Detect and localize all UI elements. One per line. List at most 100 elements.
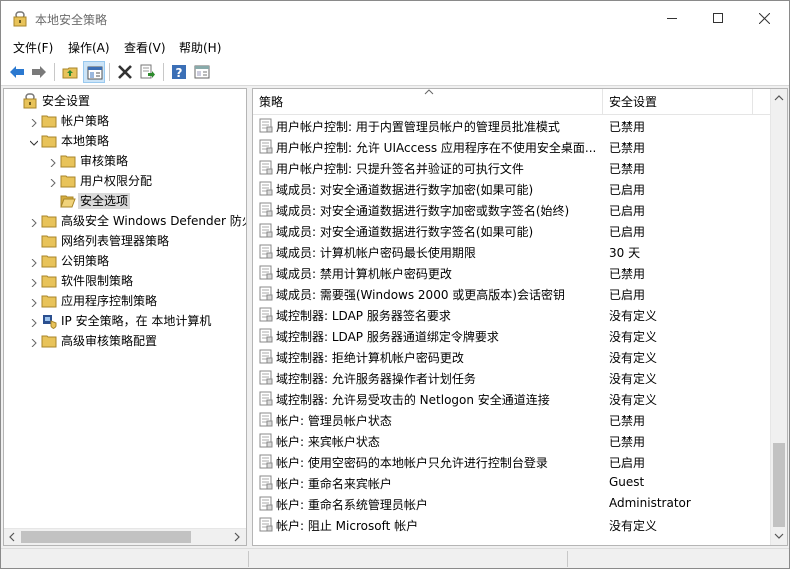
tree-item[interactable]: 用户权限分配: [4, 171, 246, 191]
chevron-right-icon[interactable]: [49, 176, 57, 188]
chevron-right-icon[interactable]: [30, 276, 38, 288]
folder-icon: [41, 273, 57, 289]
tree-item-label: 高级审核策略配置: [61, 334, 158, 348]
policy-row[interactable]: 帐户: 重命名系统管理员帐户 Administrator: [253, 493, 771, 514]
policy-icon: [259, 202, 273, 217]
tree-item[interactable]: IP 安全策略，在 本地计算机: [4, 311, 246, 331]
forward-button[interactable]: [28, 61, 50, 83]
policy-row[interactable]: 帐户: 重命名来宾帐户 Guest: [253, 472, 771, 493]
folder-icon: [60, 173, 76, 189]
status-separator: [248, 551, 249, 567]
scroll-left-icon[interactable]: [7, 532, 17, 542]
chevron-right-icon[interactable]: [49, 156, 57, 168]
tree-scroll-thumb[interactable]: [21, 531, 191, 543]
policy-name: 域成员: 需要强(Windows 2000 或更高版本)会话密钥: [276, 288, 565, 302]
tree-item-label: 帐户策略: [61, 114, 110, 128]
policy-row[interactable]: 帐户: 使用空密码的本地帐户只允许进行控制台登录 已启用: [253, 451, 771, 472]
chevron-right-icon[interactable]: [30, 116, 38, 128]
folder-icon: [41, 233, 57, 249]
close-button[interactable]: [741, 1, 787, 36]
console-tree[interactable]: 安全设置帐户策略本地策略 审核策略 用户权限分配安全选项高级安全 Windows D…: [3, 88, 247, 546]
policy-setting: 30 天: [609, 246, 641, 260]
scroll-down-icon[interactable]: [774, 531, 784, 541]
help-icon: ?: [172, 65, 186, 80]
policy-icon: [259, 517, 273, 532]
policy-row[interactable]: 用户帐户控制: 用于内置管理员帐户的管理员批准模式 已禁用: [253, 115, 771, 136]
column-header-policy[interactable]: 策略: [253, 89, 603, 115]
policy-row[interactable]: 帐户: 阻止 Microsoft 帐户 没有定义: [253, 514, 771, 535]
policy-icon: [259, 139, 273, 154]
policy-row[interactable]: 域成员: 计算机帐户密码最长使用期限 30 天: [253, 241, 771, 262]
tree-item[interactable]: 公钥策略: [4, 251, 246, 271]
chevron-right-icon[interactable]: [30, 216, 38, 228]
scroll-up-icon[interactable]: [774, 93, 784, 103]
tree-item-label: 应用程序控制策略: [61, 294, 158, 308]
policy-icon: [259, 160, 273, 175]
policy-setting: 已禁用: [609, 414, 646, 428]
list-vertical-scrollbar[interactable]: [770, 89, 787, 545]
policy-row[interactable]: 域控制器: 允许服务器操作者计划任务 没有定义: [253, 367, 771, 388]
column-header-setting[interactable]: 安全设置: [603, 89, 753, 115]
policy-icon: [259, 475, 273, 490]
title-bar[interactable]: 本地安全策略: [1, 1, 789, 36]
policy-name: 域成员: 对安全通道数据进行数字加密或数字签名(始终): [276, 204, 570, 218]
policy-row[interactable]: 用户帐户控制: 允许 UIAccess 应用程序在不使用安全桌面... 已禁用: [253, 136, 771, 157]
policy-setting: 已启用: [609, 225, 646, 239]
policy-icon: [259, 223, 273, 238]
up-one-level-button[interactable]: [59, 61, 81, 83]
policy-setting: 已禁用: [609, 162, 646, 176]
tree-item[interactable]: 本地策略: [4, 131, 246, 151]
policy-row[interactable]: 域控制器: 拒绝计算机帐户密码更改 没有定义: [253, 346, 771, 367]
tree-item[interactable]: 高级审核策略配置: [4, 331, 246, 351]
policy-row[interactable]: 域控制器: LDAP 服务器签名要求 没有定义: [253, 304, 771, 325]
back-button[interactable]: [6, 61, 28, 83]
chevron-right-icon[interactable]: [30, 256, 38, 268]
tree-item[interactable]: 安全设置: [4, 91, 246, 111]
policy-row[interactable]: 域成员: 禁用计算机帐户密码更改 已禁用: [253, 262, 771, 283]
policy-name: 用户帐户控制: 允许 UIAccess 应用程序在不使用安全桌面...: [276, 141, 597, 155]
list-scroll-thumb[interactable]: [773, 443, 785, 527]
policy-row[interactable]: 域成员: 对安全通道数据进行数字加密或数字签名(始终) 已启用: [253, 199, 771, 220]
tree-item[interactable]: 安全选项: [4, 191, 246, 211]
menu-file[interactable]: 文件(F): [13, 39, 53, 56]
policy-icon: [259, 454, 273, 469]
maximize-button[interactable]: [695, 1, 741, 36]
export-list-button[interactable]: [137, 61, 159, 83]
policy-setting: 已禁用: [609, 435, 646, 449]
toolbar-separator: [163, 63, 164, 81]
tree-item[interactable]: 软件限制策略: [4, 271, 246, 291]
chevron-right-icon[interactable]: [30, 296, 38, 308]
policy-row[interactable]: 域控制器: 允许易受攻击的 Netlogon 安全通道连接 没有定义: [253, 388, 771, 409]
chevron-right-icon[interactable]: [30, 316, 38, 328]
policy-row[interactable]: 域成员: 对安全通道数据进行数字签名(如果可能) 已启用: [253, 220, 771, 241]
menu-view[interactable]: 查看(V): [124, 39, 166, 56]
properties-button[interactable]: [191, 61, 213, 83]
policy-icon: [259, 391, 273, 406]
policy-list[interactable]: 策略 安全设置 用户帐户控制: 用于内置管理员帐户的管理员批准模式 已禁用 用户帐户…: [252, 88, 788, 546]
tree-item[interactable]: 审核策略: [4, 151, 246, 171]
policy-row[interactable]: 域成员: 对安全通道数据进行数字加密(如果可能) 已启用: [253, 178, 771, 199]
help-button[interactable]: ?: [168, 61, 190, 83]
show-hide-tree-button[interactable]: [83, 61, 105, 83]
minimize-button[interactable]: [649, 1, 695, 36]
tree-item[interactable]: 帐户策略: [4, 111, 246, 131]
tree-item[interactable]: 高级安全 Windows Defender 防火墙: [4, 211, 246, 231]
scroll-right-icon[interactable]: [232, 532, 242, 542]
delete-button[interactable]: [114, 61, 136, 83]
tree-horizontal-scrollbar[interactable]: [4, 528, 246, 545]
policy-row[interactable]: 域成员: 需要强(Windows 2000 或更高版本)会话密钥 已启用: [253, 283, 771, 304]
tree-item[interactable]: 网络列表管理器策略: [4, 231, 246, 251]
policy-name: 帐户: 来宾帐户状态: [276, 435, 380, 449]
menu-action[interactable]: 操作(A): [68, 39, 110, 56]
chevron-down-icon[interactable]: [29, 136, 39, 146]
policy-row[interactable]: 帐户: 管理员帐户状态 已禁用: [253, 409, 771, 430]
chevron-right-icon[interactable]: [30, 336, 38, 348]
policy-setting: 已禁用: [609, 267, 646, 281]
tree-item[interactable]: 应用程序控制策略: [4, 291, 246, 311]
policy-row[interactable]: 用户帐户控制: 只提升签名并验证的可执行文件 已禁用: [253, 157, 771, 178]
tree-item-label: 安全选项: [78, 193, 131, 209]
policy-row[interactable]: 帐户: 来宾帐户状态 已禁用: [253, 430, 771, 451]
policy-row[interactable]: 域控制器: LDAP 服务器通道绑定令牌要求 没有定义: [253, 325, 771, 346]
menu-help[interactable]: 帮助(H): [179, 39, 221, 56]
policy-icon: [259, 307, 273, 322]
